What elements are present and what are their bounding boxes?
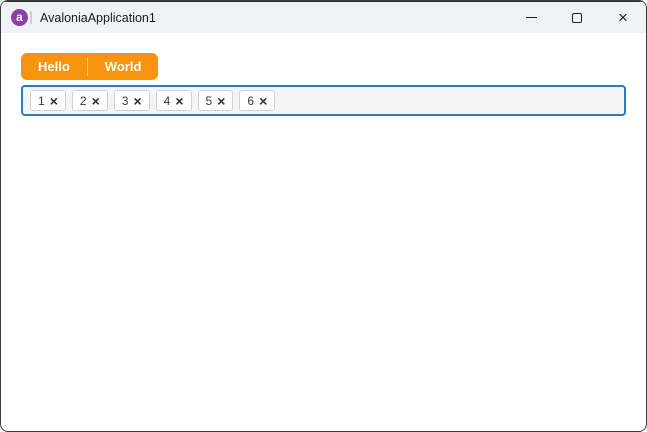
chip-label: 3 xyxy=(121,93,129,108)
chip-remove-icon[interactable]: × xyxy=(50,94,58,108)
chip-6: 6 × xyxy=(239,90,276,111)
minimize-button[interactable] xyxy=(508,2,554,33)
close-icon: × xyxy=(618,8,628,27)
chip-remove-icon[interactable]: × xyxy=(133,94,141,108)
chip-label: 2 xyxy=(79,93,87,108)
chip-3: 3 × xyxy=(113,90,150,111)
chip-input-field[interactable]: 1 × 2 × 3 × 4 × 5 × 6 × xyxy=(21,85,626,116)
maximize-icon xyxy=(572,12,582,23)
chip-5: 5 × xyxy=(197,90,234,111)
chip-label: 4 xyxy=(163,93,171,108)
hello-button[interactable]: Hello xyxy=(21,53,87,80)
window-controls: × xyxy=(508,2,646,33)
chip-remove-icon[interactable]: × xyxy=(259,94,267,108)
window-content: Hello World 1 × 2 × 3 × 4 × 5 × 6 × xyxy=(1,33,646,116)
close-button[interactable]: × xyxy=(600,2,646,33)
chip-label: 6 xyxy=(247,93,255,108)
avalonia-logo-bar-icon xyxy=(30,11,32,24)
chip-label: 5 xyxy=(205,93,213,108)
maximize-button[interactable] xyxy=(554,2,600,33)
chip-4: 4 × xyxy=(155,90,192,111)
window-title: AvaloniaApplication1 xyxy=(40,10,156,25)
world-button[interactable]: World xyxy=(88,53,159,80)
chip-remove-icon[interactable]: × xyxy=(217,94,225,108)
chip-remove-icon[interactable]: × xyxy=(175,94,183,108)
avalonia-logo-icon: a xyxy=(11,9,28,26)
minimize-icon xyxy=(525,17,537,18)
title-bar[interactable]: a AvaloniaApplication1 × xyxy=(1,1,646,33)
hello-world-split-button: Hello World xyxy=(21,53,159,80)
chip-remove-icon[interactable]: × xyxy=(92,94,100,108)
app-icon: a xyxy=(11,9,32,26)
chip-1: 1 × xyxy=(30,90,66,111)
chip-2: 2 × xyxy=(71,90,108,111)
chip-label: 1 xyxy=(38,93,45,108)
app-window: a AvaloniaApplication1 × Hello World 1 × xyxy=(0,0,647,432)
